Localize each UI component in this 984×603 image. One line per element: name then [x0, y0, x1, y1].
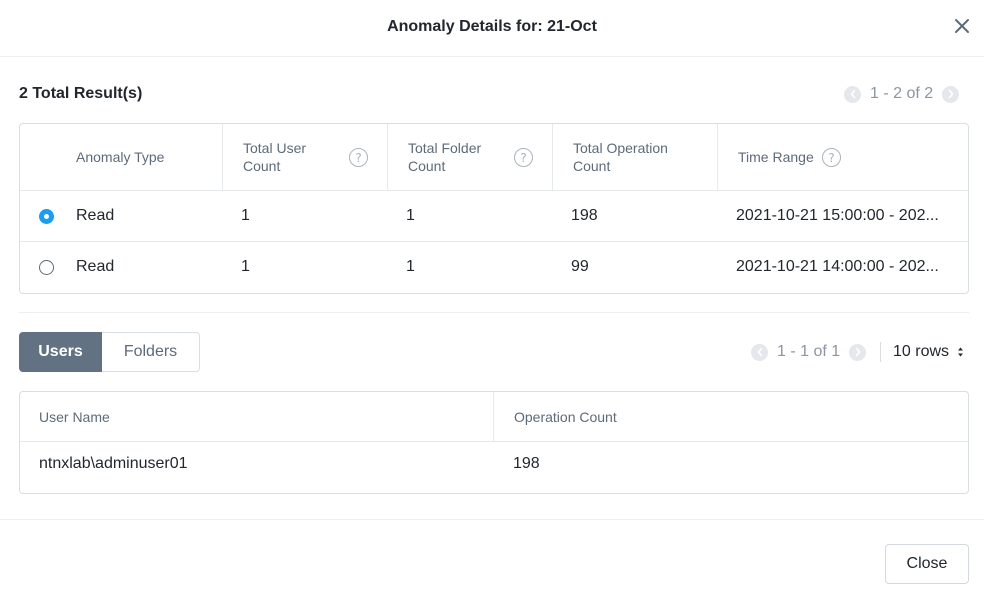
column-header-time-range[interactable]: Time Range ? [717, 124, 968, 190]
dialog-header: Anomaly Details for: 21-Oct [0, 0, 984, 57]
details-tabs: Users Folders [19, 332, 200, 372]
dialog-title: Anomaly Details for: 21-Oct [387, 18, 597, 35]
column-label: Time Range [738, 149, 814, 165]
user-name-cell: ntnxlab\adminuser01 [39, 455, 188, 472]
user-count-cell: 1 [241, 207, 250, 224]
results-count: 2 Total Result(s) [19, 85, 143, 102]
chevron-right-icon[interactable] [942, 85, 960, 103]
column-header-anomaly-type[interactable]: Anomaly Type [76, 124, 222, 190]
operation-count-cell: 99 [571, 258, 589, 275]
column-label: Total Operation Count [573, 140, 668, 174]
close-icon[interactable] [953, 17, 971, 35]
chevron-left-icon[interactable] [844, 85, 861, 103]
chevron-left-icon[interactable] [751, 343, 768, 361]
anomaly-type-cell: Read [76, 207, 115, 224]
details-pagination: 1 - 1 of 1 [751, 343, 867, 361]
operation-count-cell: 198 [513, 455, 540, 472]
table-row[interactable]: Read 1 1 99 2021-10-21 14:00:00 - 202... [20, 242, 968, 293]
folder-count-cell: 1 [406, 258, 415, 275]
table-header: Anomaly Type Total User Count ? Total Fo… [20, 124, 968, 191]
tab-users[interactable]: Users [19, 332, 102, 372]
table-row[interactable]: ntnxlab\adminuser01 198 [20, 442, 968, 493]
column-header-operation-count[interactable]: Operation Count [493, 392, 968, 441]
section-divider [19, 312, 969, 313]
help-icon[interactable]: ? [514, 148, 533, 167]
time-range-cell: 2021-10-21 14:00:00 - 202... [736, 258, 939, 275]
help-icon[interactable]: ? [349, 148, 368, 167]
chevron-right-icon[interactable] [849, 343, 867, 361]
help-icon[interactable]: ? [822, 148, 841, 167]
results-pagination: 1 - 2 of 2 [844, 85, 960, 103]
user-count-cell: 1 [241, 258, 250, 275]
rows-per-page-label: 10 rows [893, 343, 950, 360]
table-row[interactable]: Read 1 1 198 2021-10-21 15:00:00 - 202..… [20, 191, 968, 242]
footer-divider [0, 519, 984, 520]
column-header-operation-count[interactable]: Total Operation Count [552, 124, 717, 190]
sort-arrows-icon [957, 346, 964, 358]
pagination-text: 1 - 1 of 1 [777, 343, 841, 360]
column-header-user-name[interactable]: User Name [39, 392, 493, 441]
close-button[interactable]: Close [885, 544, 969, 584]
anomaly-table: Anomaly Type Total User Count ? Total Fo… [19, 123, 969, 294]
column-header-folder-count[interactable]: Total Folder Count ? [387, 124, 552, 190]
pagination-text: 1 - 2 of 2 [870, 85, 934, 102]
table-header: User Name Operation Count [20, 392, 968, 442]
folder-count-cell: 1 [406, 207, 415, 224]
row-radio[interactable] [39, 260, 54, 275]
column-label: Total Folder Count [408, 140, 482, 174]
column-label: Total User Count [243, 140, 307, 174]
anomaly-type-cell: Read [76, 258, 115, 275]
rows-per-page-select[interactable]: 10 rows [893, 343, 964, 361]
column-header-user-count[interactable]: Total User Count ? [222, 124, 387, 190]
row-radio-selected[interactable] [39, 209, 54, 224]
time-range-cell: 2021-10-21 15:00:00 - 202... [736, 207, 939, 224]
users-table: User Name Operation Count ntnxlab\adminu… [19, 391, 969, 494]
operation-count-cell: 198 [571, 207, 598, 224]
pager-divider [880, 342, 881, 362]
tab-folders[interactable]: Folders [102, 332, 200, 372]
